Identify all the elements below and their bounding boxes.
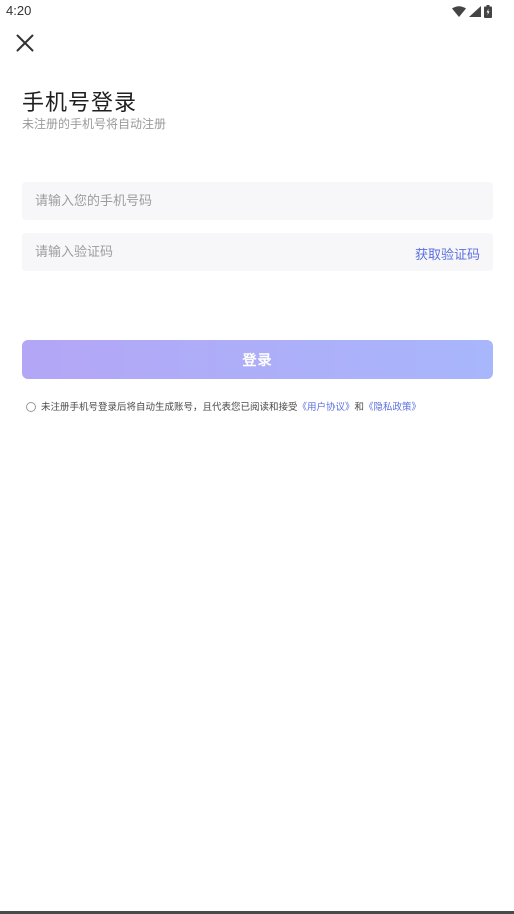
wifi-icon xyxy=(452,5,466,17)
user-agreement-link[interactable]: 《用户协议》 xyxy=(298,399,355,413)
close-button[interactable] xyxy=(12,32,38,58)
phone-input[interactable] xyxy=(35,182,395,220)
page-subtitle: 未注册的手机号将自动注册 xyxy=(22,117,167,131)
status-icons xyxy=(452,4,492,18)
close-icon xyxy=(16,34,34,56)
agreement-connector: 和 xyxy=(354,402,365,413)
privacy-policy-link[interactable]: 《隐私政策》 xyxy=(364,399,421,413)
verification-code-input[interactable] xyxy=(35,233,395,271)
agreement-text: 未注册手机号登录后将自动生成账号，且代表您已阅读和接受 xyxy=(41,402,298,413)
status-time: 4:20 xyxy=(6,3,32,18)
agreement-row: 未注册手机号登录后将自动生成账号，且代表您已阅读和接受 《用户协议》 和 《隐私… xyxy=(26,399,421,413)
phone-field-container xyxy=(22,182,493,220)
status-bar: 4:20 xyxy=(0,0,514,22)
code-field-container: 获取验证码 xyxy=(22,233,493,271)
page-title: 手机号登录 xyxy=(22,91,138,116)
agreement-checkbox[interactable] xyxy=(26,402,36,412)
get-code-button[interactable]: 获取验证码 xyxy=(415,244,480,263)
login-button[interactable]: 登录 xyxy=(22,340,493,379)
battery-icon xyxy=(484,4,492,18)
signal-icon xyxy=(469,5,481,17)
